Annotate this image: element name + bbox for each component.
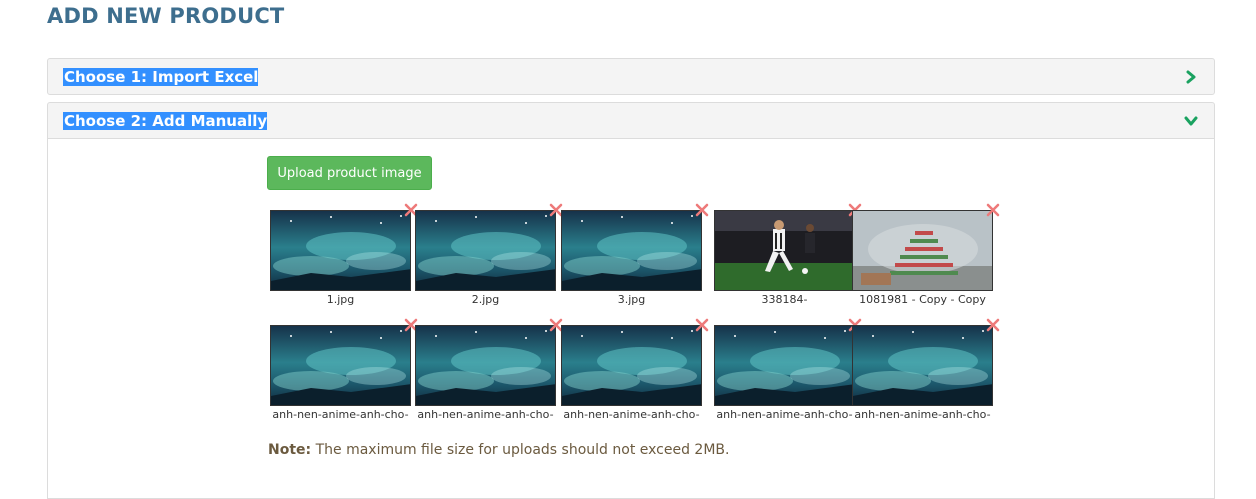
image-caption: 338184-: [761, 293, 808, 306]
panel-title: Choose 2: Add Manually: [63, 112, 268, 130]
upload-note: Note: The maximum file size for uploads …: [268, 442, 729, 458]
product-image: [561, 210, 702, 291]
upload-image-button[interactable]: Upload product image: [267, 156, 432, 190]
image-caption: anh-nen-anime-anh-cho-: [272, 408, 409, 421]
product-image: [270, 325, 411, 406]
product-image: [714, 210, 855, 291]
product-image: [852, 210, 993, 291]
chevron-right-icon[interactable]: [1184, 70, 1198, 84]
page-title: ADD NEW PRODUCT: [47, 4, 285, 28]
product-image: [270, 210, 411, 291]
product-image: [415, 210, 556, 291]
panel-import-excel-header[interactable]: Choose 1: Import Excel: [47, 58, 1215, 95]
remove-image-icon[interactable]: [986, 203, 1000, 217]
image-caption: 1081981 - Copy - Copy: [859, 293, 986, 306]
product-image: [561, 325, 702, 406]
panel-title: Choose 1: Import Excel: [63, 68, 259, 86]
remove-image-icon[interactable]: [695, 318, 709, 332]
image-caption: 3.jpg: [617, 293, 646, 306]
image-caption: 2.jpg: [471, 293, 500, 306]
image-caption: 1.jpg: [326, 293, 355, 306]
product-image: [852, 325, 993, 406]
product-image: [714, 325, 855, 406]
image-caption: anh-nen-anime-anh-cho-: [854, 408, 991, 421]
panel-add-manually-header[interactable]: Choose 2: Add Manually: [47, 102, 1215, 139]
note-text: The maximum file size for uploads should…: [311, 442, 730, 458]
chevron-down-icon[interactable]: [1184, 114, 1198, 128]
note-prefix: Note:: [268, 442, 312, 458]
product-image: [415, 325, 556, 406]
image-caption: anh-nen-anime-anh-cho-: [716, 408, 853, 421]
remove-image-icon[interactable]: [986, 318, 1000, 332]
image-caption: anh-nen-anime-anh-cho-: [563, 408, 700, 421]
image-caption: anh-nen-anime-anh-cho-: [417, 408, 554, 421]
remove-image-icon[interactable]: [695, 203, 709, 217]
